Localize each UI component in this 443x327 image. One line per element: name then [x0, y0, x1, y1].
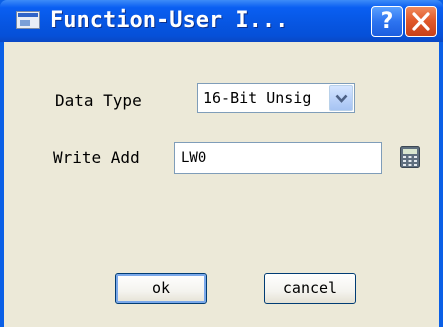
window-icon [16, 11, 40, 29]
window-title: Function-User I... [50, 8, 289, 33]
close-button[interactable] [405, 6, 437, 37]
dropdown-button[interactable] [329, 85, 353, 111]
chevron-down-icon [335, 94, 348, 103]
close-icon [412, 12, 430, 31]
data-type-select[interactable]: 16-Bit Unsig [197, 83, 355, 113]
title-bar[interactable]: Function-User I... ? [0, 0, 443, 42]
write-add-input[interactable] [174, 142, 382, 174]
ok-button[interactable]: ok [115, 273, 207, 304]
dialog-window: Function-User I... ? Data Type 16-Bit Un… [0, 0, 443, 327]
cancel-button[interactable]: cancel [264, 273, 356, 304]
help-icon: ? [380, 9, 394, 34]
write-add-label: Write Add [53, 148, 140, 167]
dialog-body: Data Type 16-Bit Unsig Write Add ok canc… [4, 42, 439, 327]
help-button[interactable]: ? [371, 6, 403, 37]
data-type-value: 16-Bit Unsig [203, 89, 312, 107]
calculator-icon[interactable] [400, 146, 420, 168]
data-type-label: Data Type [55, 91, 142, 110]
